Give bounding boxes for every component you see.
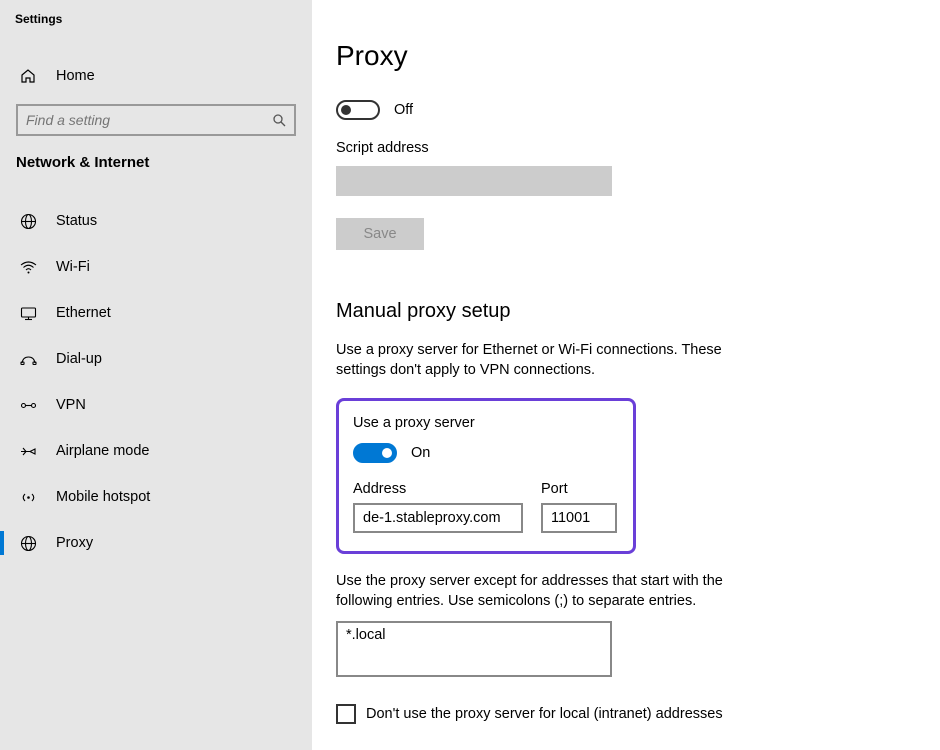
auto-toggle-label: Off bbox=[394, 102, 413, 118]
airplane-icon bbox=[18, 443, 38, 460]
status-icon bbox=[18, 213, 38, 230]
use-proxy-toggle-row: On bbox=[353, 443, 619, 463]
sidebar-item-wifi[interactable]: Wi-Fi bbox=[0, 247, 312, 287]
sidebar-item-ethernet[interactable]: Ethernet bbox=[0, 293, 312, 333]
exceptions-input[interactable] bbox=[336, 621, 612, 677]
sidebar-item-hotspot[interactable]: Mobile hotspot bbox=[0, 477, 312, 517]
sidebar-item-label: Airplane mode bbox=[56, 443, 150, 459]
sidebar-item-dialup[interactable]: Dial-up bbox=[0, 339, 312, 379]
local-checkbox-row: Don't use the proxy server for local (in… bbox=[336, 704, 920, 724]
manual-heading: Manual proxy setup bbox=[336, 300, 920, 323]
address-port-row: Address Port bbox=[353, 481, 619, 533]
sidebar: Settings Home Network & Internet Status … bbox=[0, 0, 312, 750]
page-title: Proxy bbox=[336, 40, 920, 72]
sidebar-item-label: Proxy bbox=[56, 535, 93, 551]
port-label: Port bbox=[541, 481, 617, 497]
sidebar-item-label: Ethernet bbox=[56, 305, 111, 321]
home-icon bbox=[18, 68, 38, 84]
search-icon bbox=[272, 113, 286, 127]
sidebar-item-label: Mobile hotspot bbox=[56, 489, 150, 505]
hotspot-icon bbox=[18, 489, 38, 506]
address-label: Address bbox=[353, 481, 523, 497]
sidebar-item-status[interactable]: Status bbox=[0, 201, 312, 241]
sidebar-list: Status Wi-Fi Ethernet Dial-up VPN bbox=[0, 201, 312, 563]
ethernet-icon bbox=[18, 305, 38, 322]
use-proxy-toggle[interactable] bbox=[353, 443, 397, 463]
sidebar-item-home[interactable]: Home bbox=[0, 56, 312, 96]
section-title: Network & Internet bbox=[0, 154, 312, 171]
dialup-icon bbox=[18, 351, 38, 368]
auto-detect-toggle[interactable] bbox=[336, 100, 380, 120]
exceptions-description: Use the proxy server except for addresse… bbox=[336, 572, 766, 611]
address-group: Address bbox=[353, 481, 523, 533]
script-address-input bbox=[336, 166, 612, 196]
local-checkbox-label: Don't use the proxy server for local (in… bbox=[366, 706, 723, 722]
sidebar-item-proxy[interactable]: Proxy bbox=[0, 523, 312, 563]
use-proxy-label: Use a proxy server bbox=[353, 415, 619, 431]
sidebar-item-vpn[interactable]: VPN bbox=[0, 385, 312, 425]
home-label: Home bbox=[56, 68, 95, 84]
main-content: Proxy Off Script address Save Manual pro… bbox=[312, 0, 940, 750]
use-proxy-toggle-state: On bbox=[411, 445, 430, 461]
app-title: Settings bbox=[0, 8, 312, 26]
search-box[interactable] bbox=[16, 104, 296, 136]
highlight-box: Use a proxy server On Address Port bbox=[336, 398, 636, 554]
manual-description: Use a proxy server for Ethernet or Wi-Fi… bbox=[336, 341, 766, 380]
sidebar-item-label: VPN bbox=[56, 397, 86, 413]
proxy-icon bbox=[18, 535, 38, 552]
local-checkbox[interactable] bbox=[336, 704, 356, 724]
sidebar-item-label: Status bbox=[56, 213, 97, 229]
auto-toggle-row: Off bbox=[336, 100, 920, 120]
search-wrap bbox=[16, 104, 296, 136]
vpn-icon bbox=[18, 397, 38, 414]
port-group: Port bbox=[541, 481, 617, 533]
sidebar-item-label: Dial-up bbox=[56, 351, 102, 367]
wifi-icon bbox=[18, 259, 38, 276]
address-input[interactable] bbox=[353, 503, 523, 533]
script-address-label: Script address bbox=[336, 140, 920, 156]
sidebar-item-label: Wi-Fi bbox=[56, 259, 90, 275]
sidebar-item-airplane[interactable]: Airplane mode bbox=[0, 431, 312, 471]
auto-save-button[interactable]: Save bbox=[336, 218, 424, 250]
search-input[interactable] bbox=[26, 112, 272, 128]
port-input[interactable] bbox=[541, 503, 617, 533]
